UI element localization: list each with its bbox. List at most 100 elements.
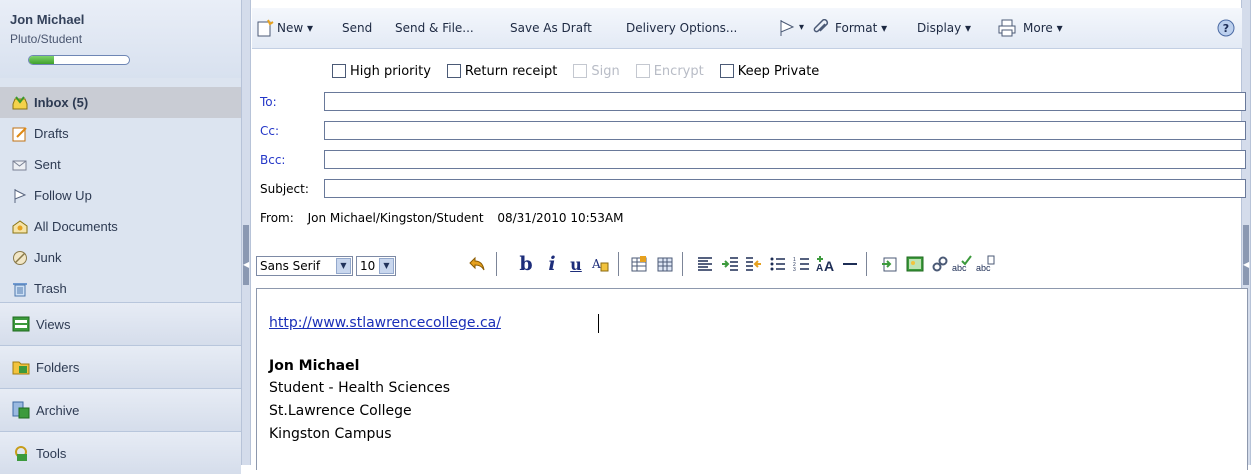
text-color-icon[interactable]: A [590,254,610,274]
to-field[interactable] [324,92,1246,111]
checkbox-box [635,64,650,78]
new-button[interactable]: New ▾ [277,21,313,35]
chevron-down-icon[interactable]: ▼ [336,258,351,274]
sidebar-item-all-documents[interactable]: All Documents [0,211,241,242]
section-folders[interactable]: Folders [0,345,241,388]
bullet-list-icon[interactable] [768,254,788,274]
section-label: Tools [36,445,67,461]
align-icon[interactable] [695,254,715,274]
sidebar-item-sent[interactable]: Sent [0,149,241,180]
svg-text:3: 3 [793,267,796,273]
table-properties-icon[interactable] [655,254,675,274]
sidebar-item-label: Follow Up [34,188,92,203]
chevron-down-icon[interactable]: ▼ [379,258,394,274]
delivery-options-row: High priority Return receipt Sign Encryp… [332,62,829,80]
from-line: From: Jon Michael/Kingston/Student 08/31… [260,211,633,225]
svg-text:?: ? [1223,22,1229,35]
junk-icon [12,250,28,266]
horizontal-rule-icon[interactable] [840,254,860,274]
bcc-label[interactable]: Bcc: [260,153,285,167]
italic-icon[interactable]: i [542,253,562,275]
section-archive[interactable]: Archive [0,388,241,431]
from-label: From: [260,211,294,225]
section-label: Archive [36,402,80,418]
signature-name: Jon Michael [269,358,360,374]
sidebar-item-inbox[interactable]: Inbox (5) [0,87,241,118]
from-name: Jon Michael/Kingston/Student [307,211,484,225]
signature-line-1: Student - Health Sciences [269,380,451,396]
drafts-icon [12,126,28,142]
undo-icon[interactable] [467,254,487,274]
to-label[interactable]: To: [260,95,277,109]
print-icon[interactable] [998,19,1016,37]
flag-dropdown-icon[interactable]: ▾ [799,22,804,33]
font-size-icon[interactable]: AA [816,254,836,274]
archive-icon [12,401,30,419]
font-size-select[interactable]: 10 ▼ [356,256,396,276]
sidebar-item-label: Trash [34,281,67,296]
underline-icon[interactable]: u [566,254,586,274]
send-and-file-button[interactable]: Send & File... [395,21,474,35]
keep-private-checkbox[interactable]: Keep Private [719,64,819,79]
bold-icon[interactable]: b [516,253,536,275]
checkbox-box[interactable] [332,64,346,78]
display-menu[interactable]: Display ▾ [917,21,971,35]
help-icon[interactable]: ? [1217,19,1235,37]
bcc-field[interactable] [324,150,1246,169]
sign-label: Sign [591,63,620,79]
send-button[interactable]: Send [342,21,372,35]
quota-fill [29,56,54,64]
cc-field[interactable] [324,121,1246,140]
cc-label[interactable]: Cc: [260,124,279,138]
section-views[interactable]: Views [0,302,241,345]
body-link[interactable]: http://www.stlawrencecollege.ca/ [269,315,501,331]
high-priority-checkbox[interactable]: High priority [332,64,431,79]
nav-list: Inbox (5) Drafts Sent Follow Up All Docu… [0,87,241,304]
section-label: Views [36,316,71,332]
user-name: Jon Michael [10,12,85,27]
insert-image-icon[interactable] [905,254,925,274]
folders-icon [12,361,30,375]
insert-link-icon[interactable] [880,254,900,274]
sidebar-item-trash[interactable]: Trash [0,273,241,304]
save-as-draft-button[interactable]: Save As Draft [510,21,592,35]
text-caret [598,314,599,333]
format-menu[interactable]: Format ▾ [835,21,887,35]
signature-line-2: St.Lawrence College [269,403,412,419]
spell-check-icon[interactable]: abc [952,254,972,274]
link-icon[interactable] [930,254,950,274]
separator [618,252,619,276]
sidebar-item-follow-up[interactable]: Follow Up [0,180,241,211]
sent-icon [12,157,28,173]
spell-options-icon[interactable]: abc [976,254,996,274]
new-doc-icon[interactable] [256,19,274,37]
delivery-options-button[interactable]: Delivery Options... [626,21,737,35]
return-receipt-checkbox[interactable]: Return receipt [446,64,557,79]
attach-icon[interactable] [812,19,830,37]
inbox-icon [12,95,28,111]
checkbox-box[interactable] [446,64,461,78]
more-menu[interactable]: More ▾ [1023,21,1063,35]
checkbox-box[interactable] [719,64,734,78]
font-size-value: 10 [360,259,376,273]
insert-table-icon[interactable] [629,254,649,274]
separator [866,252,867,276]
left-splitter[interactable]: ◀ [241,0,251,465]
follow-up-flag-icon[interactable] [778,19,796,37]
encrypt-checkbox: Encrypt [635,63,704,79]
collapse-left-icon[interactable]: ◀ [243,260,249,269]
svg-text:A: A [591,257,601,271]
separator [682,252,683,276]
subject-field[interactable] [324,179,1246,198]
sidebar-item-drafts[interactable]: Drafts [0,118,241,149]
font-family-select[interactable]: Sans Serif ▼ [256,256,353,276]
numbered-list-icon[interactable]: 123 [792,254,812,274]
outdent-icon[interactable] [744,254,764,274]
sidebar-item-junk[interactable]: Junk [0,242,241,273]
trash-icon [12,281,28,297]
indent-icon[interactable] [720,254,740,274]
section-tools[interactable]: Tools [0,431,241,474]
message-body-editor[interactable]: http://www.stlawrencecollege.ca/ Jon Mic… [256,288,1248,470]
encrypt-label: Encrypt [653,63,704,79]
from-datetime: 08/31/2010 10:53AM [497,211,624,225]
